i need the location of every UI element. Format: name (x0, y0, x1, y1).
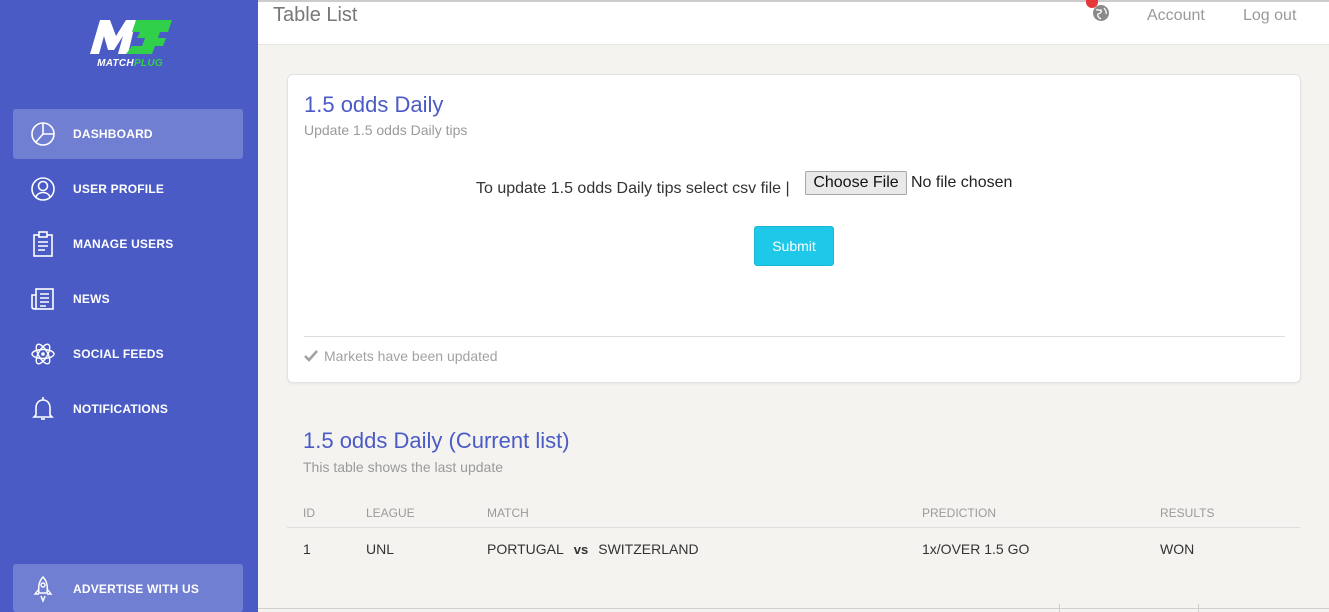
pie-chart-icon (29, 120, 57, 148)
sidebar-item-label: DASHBOARD (73, 127, 153, 141)
footer-divider-tick (1198, 604, 1199, 612)
column-header-prediction: PREDICTION (922, 506, 997, 520)
sidebar-item-label: NOTIFICATIONS (73, 402, 169, 416)
column-header-id: ID (303, 506, 315, 520)
column-header-match: MATCH (487, 506, 529, 520)
match-home: PORTUGAL (487, 541, 564, 557)
logo-text: MATCHPLUG (97, 58, 163, 69)
cell-league: UNL (366, 541, 395, 557)
column-header-league: LEAGUE (366, 506, 415, 520)
cell-id: 1 (303, 541, 311, 557)
upload-card: 1.5 odds Daily Update 1.5 odds Daily tip… (287, 74, 1301, 383)
account-link[interactable]: Account (1147, 7, 1205, 25)
matchplug-logo[interactable]: MATCHPLUG (82, 18, 178, 72)
sidebar-item-label: ADVERTISE WITH US (73, 582, 200, 596)
page-title: Table List (273, 4, 358, 26)
atom-icon (29, 340, 57, 368)
match-vs: vs (573, 542, 589, 557)
upload-instruction: To update 1.5 odds Daily tips select csv… (476, 180, 790, 197)
newspaper-icon (29, 285, 57, 313)
sidebar-item-label: NEWS (73, 292, 110, 306)
sidebar-item-label: SOCIAL FEEDS (73, 347, 164, 361)
card-divider (304, 336, 1285, 337)
sidebar-item-news[interactable]: NEWS (13, 274, 243, 324)
sidebar-item-label: USER PROFILE (73, 182, 165, 196)
user-icon (29, 175, 57, 203)
sidebar-item-label: MANAGE USERS (73, 237, 174, 251)
rocket-icon (29, 575, 57, 603)
file-status: No file chosen (911, 174, 1013, 191)
clipboard-icon (29, 230, 57, 258)
top-navbar: Table List Account Log out (258, 0, 1329, 45)
cell-result: WON (1160, 541, 1195, 557)
sidebar-item-user-profile[interactable]: USER PROFILE (13, 164, 243, 214)
check-icon (304, 350, 318, 362)
table-title: 1.5 odds Daily (Current list) (303, 428, 570, 453)
column-header-results: RESULTS (1160, 506, 1215, 520)
table-header-divider (287, 527, 1300, 528)
cell-match: PORTUGAL vs SWITZERLAND (487, 541, 699, 557)
sidebar-item-dashboard[interactable]: DASHBOARD (13, 109, 243, 159)
submit-button[interactable]: Submit (754, 226, 834, 266)
card-subtitle: Update 1.5 odds Daily tips (304, 122, 468, 138)
sidebar-item-notifications[interactable]: NOTIFICATIONS (13, 384, 243, 434)
card-footer: Markets have been updated (304, 348, 498, 364)
footer-status-text: Markets have been updated (324, 348, 498, 364)
card-title: 1.5 odds Daily (304, 92, 444, 117)
sidebar: MATCHPLUG DASHBOARD USER PROFILE MANAGE … (0, 0, 258, 612)
bell-icon (29, 395, 57, 423)
footer-divider-tick (1059, 604, 1060, 612)
match-away: SWITZERLAND (598, 541, 699, 557)
sidebar-item-social-feeds[interactable]: SOCIAL FEEDS (13, 329, 243, 379)
choose-file-button[interactable]: Choose File (805, 171, 907, 195)
logo-mark-icon (90, 20, 172, 54)
logout-link[interactable]: Log out (1243, 7, 1296, 25)
sidebar-item-manage-users[interactable]: MANAGE USERS (13, 219, 243, 269)
table-subtitle: This table shows the last update (303, 459, 504, 475)
footer-divider (258, 608, 1329, 609)
cell-prediction: 1x/OVER 1.5 GO (922, 541, 1030, 557)
sidebar-item-advertise[interactable]: ADVERTISE WITH US (13, 564, 243, 612)
